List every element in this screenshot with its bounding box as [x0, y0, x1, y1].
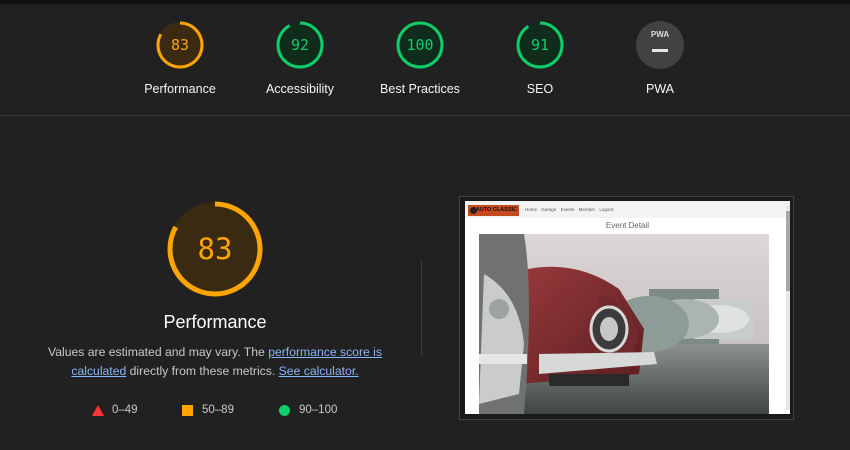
pwa-label: PWA: [645, 82, 674, 96]
accessibility-label: Accessibility: [265, 82, 335, 96]
circle-icon: [279, 405, 290, 416]
screenshot-scrollbar-thumb[interactable]: [786, 211, 790, 291]
performance-title: Performance: [163, 312, 267, 332]
performance-main-score: 83: [197, 232, 233, 266]
accessibility-gauge: 92: [275, 20, 325, 70]
site-navbar: AUTO CLASSIC Home Garage Events Member L…: [465, 201, 790, 218]
pwa-dash-icon: [652, 49, 668, 52]
square-icon: [182, 405, 193, 416]
best-practices-score: 100: [406, 36, 434, 54]
site-link-garage: Garage: [541, 207, 557, 212]
score-best-practices[interactable]: 100 Best Practices: [360, 20, 480, 96]
description-text-2: directly from these metrics.: [126, 364, 279, 378]
seo-label: SEO: [526, 82, 554, 96]
legend-average-label: 50–89: [202, 404, 234, 416]
seo-score: 91: [530, 36, 550, 54]
score-accessibility[interactable]: 92 Accessibility: [240, 20, 360, 96]
accessibility-score: 92: [290, 36, 310, 54]
screenshot-scrollbar[interactable]: [786, 205, 790, 410]
score-summary: 83 Performance 92 Accessibility 100 Best…: [0, 4, 850, 115]
seo-gauge: 91: [515, 20, 565, 70]
site-link-logout: Logout: [599, 207, 614, 212]
best-practices-gauge: 100: [395, 20, 445, 70]
site-link-home: Home: [525, 207, 538, 212]
see-calculator-link[interactable]: See calculator.: [279, 364, 359, 378]
legend-pass-label: 90–100: [299, 404, 338, 416]
best-practices-label: Best Practices: [380, 82, 460, 96]
performance-gauge: 83: [155, 20, 205, 70]
performance-description: Values are estimated and may vary. The p…: [35, 343, 395, 381]
pwa-badge: PWA: [635, 20, 685, 70]
site-logo: AUTO CLASSIC: [468, 205, 519, 216]
site-link-events: Events: [560, 207, 575, 212]
classic-cars-photo: [479, 234, 769, 414]
performance-label: Performance: [144, 82, 216, 96]
section-divider: [0, 115, 850, 116]
final-screenshot[interactable]: AUTO CLASSIC Home Garage Events Member L…: [465, 201, 790, 414]
pwa-badge-text: PWA: [650, 30, 670, 39]
performance-main-gauge: 83: [165, 199, 265, 299]
description-text-1: Values are estimated and may vary. The: [48, 345, 269, 359]
score-performance[interactable]: 83 Performance: [120, 20, 240, 96]
legend-fail-label: 0–49: [112, 404, 138, 416]
triangle-icon: [92, 405, 104, 416]
score-seo[interactable]: 91 SEO: [480, 20, 600, 96]
site-link-member: Member: [578, 207, 596, 212]
vertical-divider: [421, 260, 422, 355]
site-page-title: Event Detail: [605, 221, 650, 230]
score-pwa[interactable]: PWA PWA: [600, 20, 720, 96]
site-nav-links: Home Garage Events Member Logout: [525, 207, 616, 212]
performance-score: 83: [170, 36, 190, 54]
